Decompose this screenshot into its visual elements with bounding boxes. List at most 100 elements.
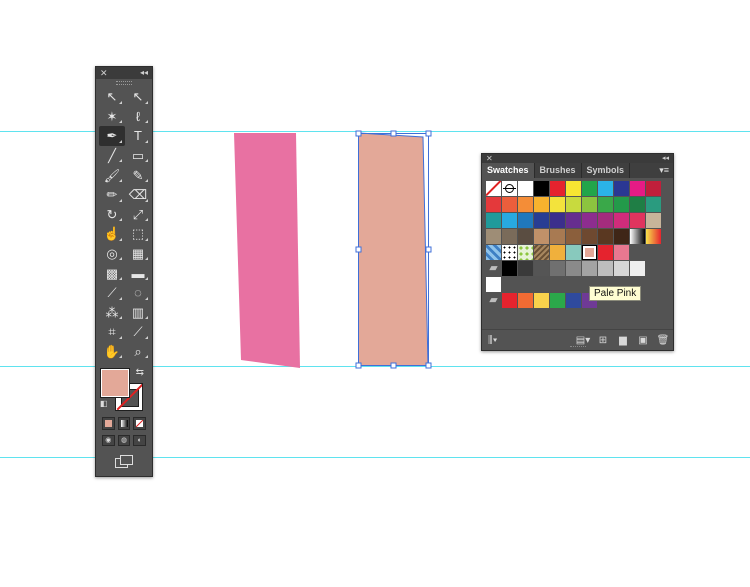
swatch[interactable] xyxy=(502,245,517,260)
mesh-tool-icon[interactable]: ▩ xyxy=(99,263,125,283)
delete-swatch-icon[interactable]: 🗑 xyxy=(653,335,673,346)
rotate-tool-icon[interactable]: ↻ xyxy=(99,205,125,225)
swatch[interactable] xyxy=(582,229,597,244)
swatch[interactable] xyxy=(486,245,501,260)
swatch[interactable] xyxy=(566,293,581,308)
swatch[interactable] xyxy=(518,293,533,308)
swatch[interactable] xyxy=(534,213,549,228)
panel-resize-grip[interactable] xyxy=(570,346,586,349)
free-transform-tool-icon[interactable]: ⬚ xyxy=(125,224,151,244)
tab-symbols[interactable]: Symbols xyxy=(582,163,631,178)
swatch[interactable] xyxy=(534,261,549,276)
swatch[interactable] xyxy=(518,213,533,228)
swatch[interactable] xyxy=(630,261,645,276)
blob-brush-tool-icon[interactable]: ✏ xyxy=(99,185,125,205)
swatch[interactable] xyxy=(550,261,565,276)
swatch[interactable] xyxy=(598,181,613,196)
swap-fill-stroke-icon[interactable]: ⇆ xyxy=(136,367,144,378)
show-swatch-kinds-icon[interactable]: ▤▾ xyxy=(573,335,593,346)
draw-behind-icon[interactable]: ◍ xyxy=(117,435,131,447)
tools-panel-titlebar[interactable]: ✕ ◂◂ xyxy=(96,67,152,79)
swatch[interactable] xyxy=(534,197,549,212)
swatch[interactable] xyxy=(502,261,517,276)
swatch[interactable] xyxy=(534,229,549,244)
zoom-tool-icon[interactable]: ⌕ xyxy=(125,342,151,362)
swatch[interactable] xyxy=(486,213,501,228)
swatch[interactable] xyxy=(630,213,645,228)
swatch[interactable] xyxy=(566,197,581,212)
swatch[interactable] xyxy=(534,293,549,308)
swatch[interactable] xyxy=(646,213,661,228)
new-color-group-icon[interactable]: ▆ xyxy=(613,335,633,346)
hand-tool-icon[interactable]: ✋ xyxy=(99,342,125,362)
swatch[interactable] xyxy=(502,229,517,244)
swatch[interactable] xyxy=(534,181,549,196)
swatch[interactable] xyxy=(566,181,581,196)
scale-tool-icon[interactable]: ⤢ xyxy=(125,205,151,225)
draw-normal-icon[interactable]: ◉ xyxy=(102,435,115,447)
artboard-tool-icon[interactable]: ⌗ xyxy=(99,322,125,342)
swatch[interactable] xyxy=(518,197,533,212)
swatch[interactable] xyxy=(518,181,533,196)
swatch-options-icon[interactable]: ⊞ xyxy=(593,335,613,346)
swatch[interactable] xyxy=(486,197,501,212)
swatch[interactable] xyxy=(630,197,645,212)
swatch[interactable] xyxy=(614,197,629,212)
swatch[interactable] xyxy=(598,197,613,212)
swatch[interactable] xyxy=(630,229,645,244)
swatch[interactable] xyxy=(646,197,661,212)
color-mode-button[interactable] xyxy=(102,417,115,431)
rectangle-tool-icon[interactable]: ▭ xyxy=(125,146,151,166)
gradient-tool-icon[interactable]: ▬ xyxy=(125,263,151,283)
slice-tool-icon[interactable]: ⟋ xyxy=(125,322,151,342)
swatch[interactable] xyxy=(646,181,661,196)
color-group-folder-icon[interactable]: ▰ xyxy=(486,293,501,308)
swatch[interactable] xyxy=(518,261,533,276)
swatch[interactable] xyxy=(566,261,581,276)
shape-builder-tool-icon[interactable]: ◎ xyxy=(99,244,125,264)
swatch[interactable] xyxy=(614,181,629,196)
swatches-panel-titlebar[interactable]: ✕ ◂◂ xyxy=(482,154,673,163)
swatch[interactable] xyxy=(502,293,517,308)
panel-menu-icon[interactable]: ▾≡ xyxy=(659,163,669,178)
tab-swatches[interactable]: Swatches xyxy=(482,163,535,178)
swatch[interactable] xyxy=(550,245,565,260)
swatch[interactable] xyxy=(550,229,565,244)
swatch[interactable] xyxy=(486,277,501,292)
new-swatch-icon[interactable]: ▣ xyxy=(633,335,653,346)
swatch[interactable] xyxy=(598,229,613,244)
swatch[interactable] xyxy=(566,229,581,244)
swatch[interactable] xyxy=(614,261,629,276)
swatch-none[interactable] xyxy=(486,181,501,196)
swatch[interactable] xyxy=(550,213,565,228)
eraser-tool-icon[interactable]: ⌫ xyxy=(125,185,151,205)
swatch[interactable] xyxy=(646,229,661,244)
swatch[interactable] xyxy=(582,197,597,212)
swatch[interactable] xyxy=(614,245,629,260)
swatch[interactable] xyxy=(486,229,501,244)
blend-tool-icon[interactable]: ◌ xyxy=(125,283,151,303)
swatch[interactable] xyxy=(630,181,645,196)
swatch[interactable] xyxy=(598,261,613,276)
swatch[interactable] xyxy=(550,197,565,212)
close-icon[interactable]: ✕ xyxy=(486,154,493,163)
swatch-libraries-menu-icon[interactable]: ⫼▾ xyxy=(488,335,497,346)
column-graph-tool-icon[interactable]: ▥ xyxy=(125,303,151,323)
swatch[interactable] xyxy=(550,293,565,308)
color-group-folder-icon[interactable]: ▰ xyxy=(486,261,501,276)
lasso-tool-icon[interactable]: ℓ xyxy=(125,107,151,127)
perspective-grid-tool-icon[interactable]: ▦ xyxy=(125,244,151,264)
direct-selection-tool-icon[interactable]: ↖ xyxy=(125,87,151,107)
type-tool-icon[interactable]: T xyxy=(125,126,151,146)
tab-brushes[interactable]: Brushes xyxy=(535,163,582,178)
paintbrush-tool-icon[interactable]: 🖌 xyxy=(99,165,125,185)
swatch[interactable] xyxy=(582,213,597,228)
symbol-sprayer-tool-icon[interactable]: ⁂ xyxy=(99,303,125,323)
swatch[interactable] xyxy=(614,229,629,244)
fill-color-swatch[interactable] xyxy=(100,368,130,399)
none-mode-button[interactable] xyxy=(133,417,147,431)
draw-inside-icon[interactable]: ◐ xyxy=(133,435,147,447)
swatch[interactable] xyxy=(518,245,533,260)
warp-tool-icon[interactable]: ☝ xyxy=(99,224,125,244)
swatch[interactable] xyxy=(582,261,597,276)
